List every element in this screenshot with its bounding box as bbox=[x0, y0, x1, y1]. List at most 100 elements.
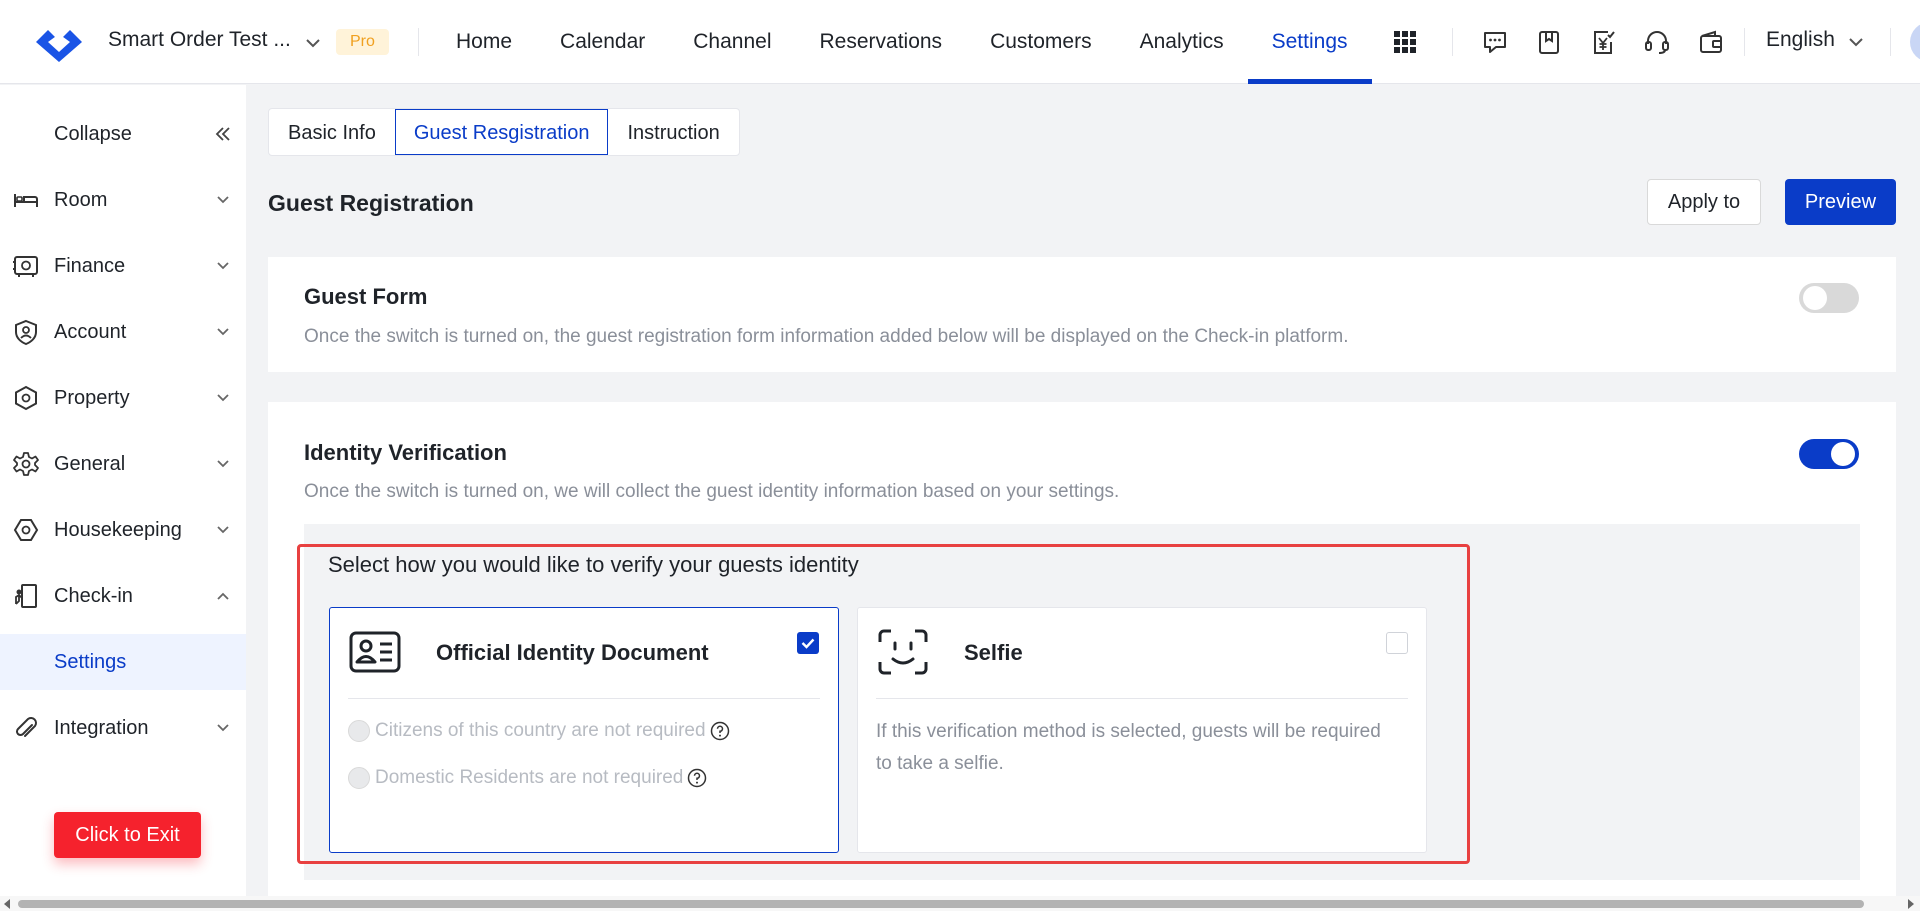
sidebar-item-finance[interactable]: Finance bbox=[0, 238, 246, 294]
option-checkbox[interactable] bbox=[1386, 632, 1408, 654]
tab-basic-info[interactable]: Basic Info bbox=[269, 109, 395, 155]
sidebar-item-label: Property bbox=[54, 386, 130, 409]
option-official-identity-document[interactable]: Official Identity Document Citizens of t… bbox=[329, 607, 839, 853]
sidebar-item-label: Check-in bbox=[54, 584, 133, 607]
sidebar-item-check-in[interactable]: Check-in bbox=[0, 568, 246, 624]
scrollbar-thumb[interactable] bbox=[18, 900, 1864, 908]
nav-channel[interactable]: Channel bbox=[669, 0, 795, 84]
invoice-yen-icon[interactable] bbox=[1589, 28, 1617, 56]
sidebar-item-integration[interactable]: Integration bbox=[0, 700, 246, 756]
chevron-down-icon bbox=[217, 328, 229, 336]
exit-button[interactable]: Click to Exit bbox=[54, 812, 201, 858]
identity-verification-title: Identity Verification bbox=[304, 440, 507, 465]
chevron-up-icon bbox=[217, 592, 229, 600]
nav-analytics[interactable]: Analytics bbox=[1116, 0, 1248, 84]
tab-guest-registration[interactable]: Guest Resgistration bbox=[394, 109, 609, 155]
chevron-down-icon bbox=[217, 526, 229, 534]
safe-icon bbox=[13, 256, 38, 277]
sidebar-item-room[interactable]: Room bbox=[0, 172, 246, 228]
radio-citizens-not-required[interactable]: Citizens of this country are not require… bbox=[348, 720, 730, 742]
avatar[interactable] bbox=[1910, 22, 1920, 62]
brand-logo-icon[interactable] bbox=[32, 20, 86, 64]
feedback-chat-icon[interactable] bbox=[1481, 28, 1509, 56]
radio-label: Domestic Residents are not required bbox=[375, 767, 684, 788]
nav-divider bbox=[418, 28, 419, 56]
sidebar-item-label: Integration bbox=[54, 716, 149, 739]
nav-calendar[interactable]: Calendar bbox=[536, 0, 669, 84]
nav-customers[interactable]: Customers bbox=[966, 0, 1116, 84]
chevron-down-icon[interactable] bbox=[1846, 32, 1866, 52]
nav-divider bbox=[1452, 28, 1453, 56]
guest-form-title: Guest Form bbox=[304, 284, 428, 309]
housekeeping-hexagon-icon bbox=[13, 519, 39, 541]
chevron-down-icon bbox=[217, 262, 229, 270]
horizontal-scrollbar[interactable] bbox=[0, 896, 1920, 911]
page-title: Guest Registration bbox=[268, 190, 474, 216]
option-checkbox[interactable] bbox=[797, 632, 819, 654]
radio-button[interactable] bbox=[348, 767, 370, 789]
option-title: Selfie bbox=[964, 640, 1023, 665]
property-hexagon-icon bbox=[15, 385, 37, 411]
apply-to-button[interactable]: Apply to bbox=[1647, 179, 1761, 225]
sidebar-subitem-settings[interactable]: Settings bbox=[0, 634, 246, 690]
chevron-down-icon bbox=[217, 196, 229, 204]
radio-label: Citizens of this country are not require… bbox=[375, 720, 706, 741]
radio-button[interactable] bbox=[348, 720, 370, 742]
sidebar-item-general[interactable]: General bbox=[0, 436, 246, 492]
verification-prompt: Select how you would like to verify your… bbox=[328, 552, 859, 577]
chevron-down-icon[interactable] bbox=[303, 33, 323, 53]
top-navigation-bar: Smart Order Test ... Pro Home Calendar C… bbox=[0, 0, 1920, 84]
sidebar-item-housekeeping[interactable]: Housekeeping bbox=[0, 502, 246, 558]
double-chevron-left-icon[interactable] bbox=[214, 125, 232, 143]
sidebar-item-label: Settings bbox=[54, 650, 127, 673]
guest-form-card: Guest Form Once the switch is turned on,… bbox=[268, 257, 1896, 372]
sidebar-item-account[interactable]: Account bbox=[0, 304, 246, 360]
identity-verification-toggle[interactable] bbox=[1799, 439, 1859, 469]
scroll-right-arrow-icon[interactable] bbox=[1908, 899, 1914, 909]
nav-divider bbox=[1890, 28, 1891, 56]
chevron-down-icon bbox=[217, 394, 229, 402]
settings-sidebar: Collapse Room Finance Account Property G… bbox=[0, 85, 246, 900]
sidebar-collapse[interactable]: Collapse bbox=[0, 106, 246, 162]
option-divider bbox=[348, 698, 820, 699]
sidebar-item-label: Account bbox=[54, 320, 127, 343]
radio-residents-not-required[interactable]: Domestic Residents are not required bbox=[348, 767, 707, 789]
checkin-door-icon bbox=[15, 584, 37, 608]
scroll-left-arrow-icon[interactable] bbox=[4, 899, 10, 909]
collapse-label: Collapse bbox=[54, 122, 132, 145]
pro-badge: Pro bbox=[336, 29, 389, 55]
sidebar-item-label: General bbox=[54, 452, 126, 475]
paperclip-icon bbox=[15, 717, 37, 737]
language-selector[interactable]: English bbox=[1766, 28, 1835, 52]
main-nav: Home Calendar Channel Reservations Custo… bbox=[432, 0, 1372, 84]
sidebar-item-label: Room bbox=[54, 188, 108, 211]
tab-instruction[interactable]: Instruction bbox=[608, 109, 738, 155]
help-circle-icon[interactable] bbox=[687, 768, 707, 788]
option-title: Official Identity Document bbox=[436, 640, 709, 665]
option-divider bbox=[876, 698, 1408, 699]
sidebar-item-label: Finance bbox=[54, 254, 126, 277]
settings-tabs: Basic Info Guest Resgistration Instructi… bbox=[268, 108, 740, 156]
nav-divider bbox=[1744, 28, 1745, 56]
sidebar-item-label: Housekeeping bbox=[54, 518, 182, 541]
face-scan-icon bbox=[878, 629, 928, 675]
selfie-description: If this verification method is selected,… bbox=[876, 721, 1381, 774]
sidebar-item-property[interactable]: Property bbox=[0, 370, 246, 426]
help-circle-icon[interactable] bbox=[710, 721, 730, 741]
wallet-icon[interactable] bbox=[1697, 28, 1725, 56]
option-selfie[interactable]: Selfie If this verification method is se… bbox=[857, 607, 1427, 853]
chevron-down-icon bbox=[217, 460, 229, 468]
bookmark-icon[interactable] bbox=[1535, 28, 1563, 56]
gear-icon bbox=[13, 452, 39, 476]
preview-button[interactable]: Preview bbox=[1785, 179, 1896, 225]
nav-home[interactable]: Home bbox=[432, 0, 536, 84]
headset-support-icon[interactable] bbox=[1643, 28, 1671, 56]
nav-reservations[interactable]: Reservations bbox=[796, 0, 967, 84]
property-name[interactable]: Smart Order Test ... bbox=[108, 28, 291, 52]
nav-settings[interactable]: Settings bbox=[1247, 0, 1372, 84]
identity-verification-description: Once the switch is turned on, we will co… bbox=[304, 481, 1120, 502]
checkmark-icon bbox=[801, 638, 815, 649]
chevron-down-icon bbox=[217, 724, 229, 732]
guest-form-toggle[interactable] bbox=[1799, 283, 1859, 313]
apps-grid-icon[interactable] bbox=[1394, 31, 1416, 53]
